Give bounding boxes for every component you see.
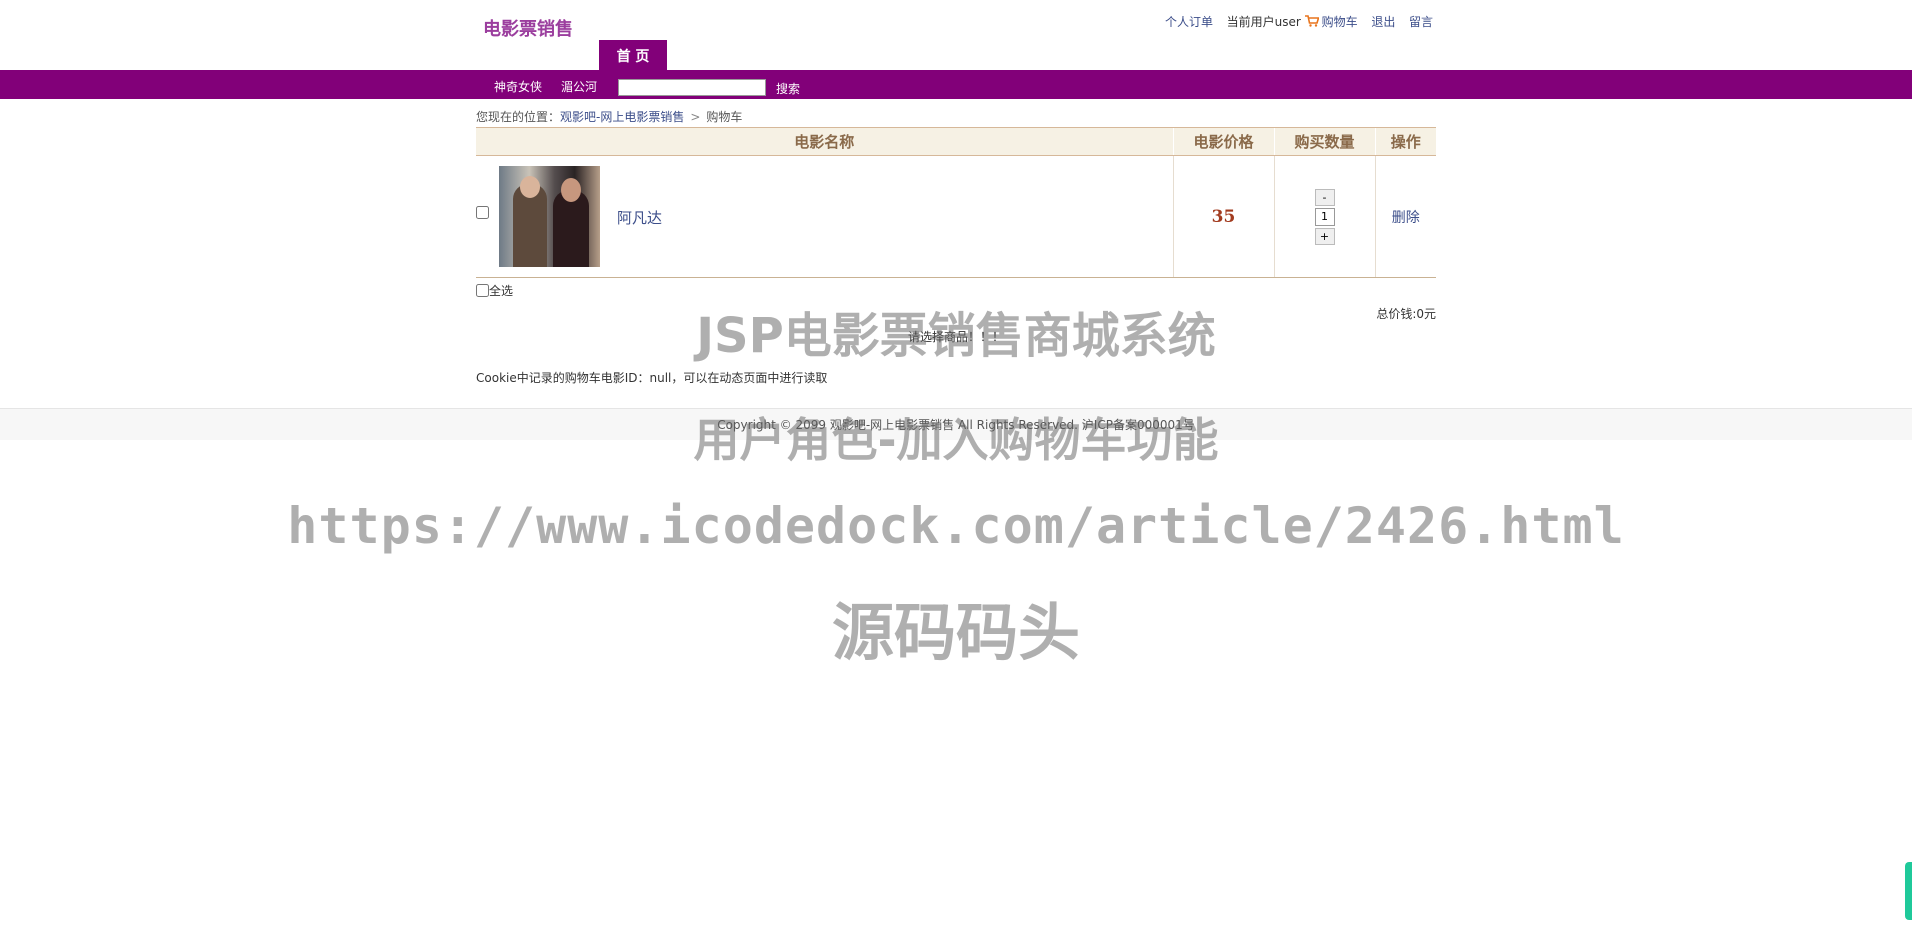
- item-checkbox[interactable]: [476, 206, 489, 219]
- current-user-label: 当前用户user: [1226, 15, 1301, 29]
- breadcrumb-site-link[interactable]: 观影吧-网上电影票销售: [560, 110, 684, 124]
- quantity-cell: - +: [1273, 155, 1375, 278]
- movie-poster-image[interactable]: [499, 166, 600, 267]
- top-links: 个人订单 当前用户user 购物车 退出 留言: [1165, 13, 1433, 30]
- nav-movie-link[interactable]: 湄公河: [561, 78, 597, 95]
- column-header-action: 操作: [1374, 127, 1436, 156]
- select-all: 全选: [476, 282, 513, 299]
- cart-item-row: 阿凡达 35 - + 删除: [476, 155, 1436, 278]
- tab-home[interactable]: 首 页: [599, 40, 667, 70]
- search-input[interactable]: [618, 79, 766, 96]
- breadcrumb-separator: >: [690, 110, 701, 124]
- movie-price: 35: [1211, 206, 1236, 227]
- quantity-input[interactable]: [1314, 207, 1335, 226]
- message-link[interactable]: 留言: [1409, 15, 1433, 29]
- nav-bar: [0, 70, 1912, 99]
- cart-header-row: 电影名称 电影价格 购买数量 操作: [476, 127, 1436, 156]
- site-logo: 电影票销售: [483, 19, 573, 40]
- column-header-price: 电影价格: [1172, 127, 1274, 156]
- logout-link[interactable]: 退出: [1371, 15, 1395, 29]
- cookie-note: Cookie中记录的购物车电影ID：null，可以在动态页面中进行读取: [476, 371, 828, 385]
- cart-table: 电影名称 电影价格 购买数量 操作 阿凡达 35 - 1 + 删除: [476, 127, 1436, 278]
- shopping-cart-icon: [1304, 15, 1319, 27]
- price-cell: 35: [1172, 155, 1274, 278]
- column-header-quantity: 购买数量: [1273, 127, 1375, 156]
- select-all-label: 全选: [489, 284, 514, 298]
- watermark-brand: 源码码头: [831, 596, 1080, 669]
- column-header-name: 电影名称: [476, 127, 1173, 156]
- breadcrumb-current: 购物车: [706, 110, 743, 124]
- footer-copyright: Copyright © 2099 观影吧-网上电影票销售 All Rights …: [717, 418, 1195, 432]
- quantity-stepper: - +: [1314, 188, 1336, 245]
- select-prompt: 请选择商品！！！: [908, 330, 1005, 344]
- breadcrumb-prefix: 您现在的位置：: [476, 110, 561, 124]
- breadcrumb: 您现在的位置：观影吧-网上电影票销售 > 购物车: [476, 108, 742, 125]
- action-cell: 删除: [1374, 155, 1436, 278]
- select-all-checkbox[interactable]: [476, 284, 489, 297]
- watermark-url: https://www.icodedock.com/article/2426.h…: [287, 497, 1625, 555]
- delete-item-link[interactable]: 删除: [1392, 210, 1420, 226]
- cart-link[interactable]: 购物车: [1322, 15, 1358, 29]
- side-edge-tab[interactable]: [1905, 862, 1912, 920]
- movie-name-link[interactable]: 阿凡达: [617, 207, 662, 228]
- total-price: 总价钱:0元: [1376, 307, 1436, 321]
- nav-movie-link[interactable]: 神奇女侠: [494, 78, 542, 95]
- decrease-quantity-button[interactable]: -: [1314, 188, 1335, 206]
- orders-link[interactable]: 个人订单: [1165, 15, 1213, 29]
- increase-quantity-button[interactable]: +: [1314, 227, 1335, 245]
- search-button[interactable]: 搜索: [776, 80, 800, 97]
- product-cell: 阿凡达: [476, 155, 1173, 278]
